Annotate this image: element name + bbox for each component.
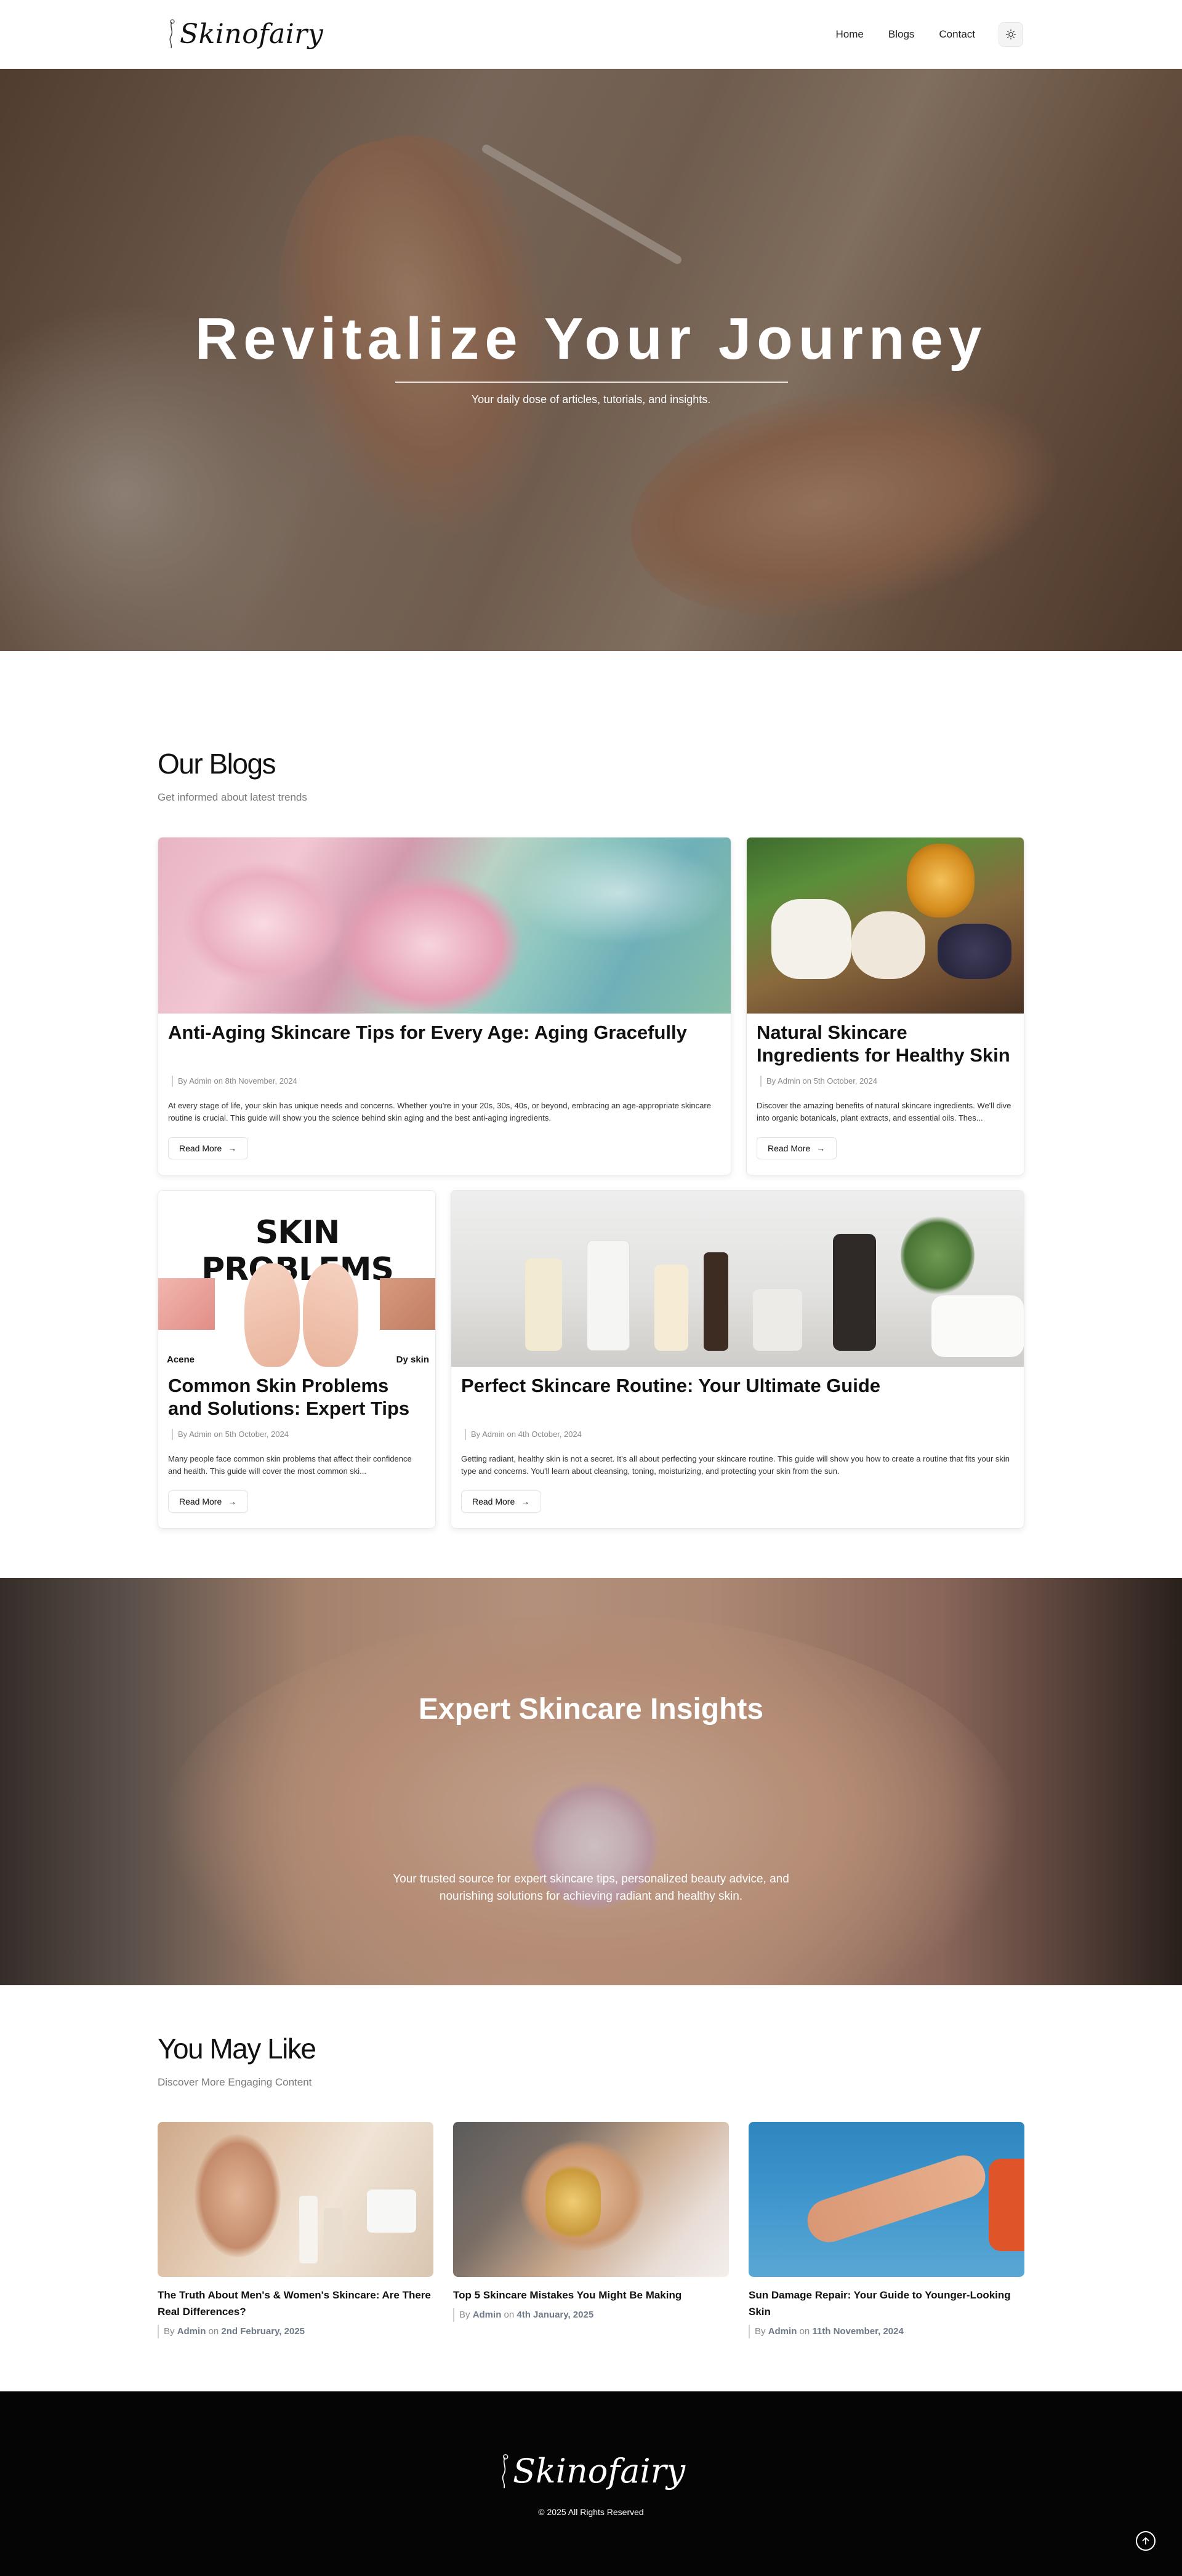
arrow-right-icon: → <box>228 1143 237 1153</box>
insights-banner: Expert Skincare Insights Your trusted so… <box>0 1578 1182 1985</box>
blog-card-image <box>747 838 1024 1014</box>
nav-home-link[interactable]: Home <box>836 23 864 46</box>
read-more-button[interactable]: Read More → <box>168 1490 248 1513</box>
hero-banner: Revitalize Your Journey Your daily dose … <box>0 69 1182 651</box>
related-post-image <box>749 2122 1024 2277</box>
sun-icon <box>1005 29 1016 40</box>
read-more-label: Read More <box>179 1497 222 1506</box>
blog-card-meta: By Admin on 5th October, 2024 <box>760 1076 877 1087</box>
blog-card-image <box>451 1191 1024 1367</box>
image-label-left: Acene <box>167 1354 195 1365</box>
read-more-button[interactable]: Read More → <box>168 1137 248 1159</box>
blog-card-meta: By Admin on 4th October, 2024 <box>465 1429 582 1440</box>
blog-card-title[interactable]: Natural Skincare Ingredients for Healthy… <box>757 1021 1014 1066</box>
nav-contact-link[interactable]: Contact <box>939 23 975 46</box>
blog-card-image: SKIN PROBLEMS Acene Dy skin <box>158 1191 435 1367</box>
blog-card-title[interactable]: Perfect Skincare Routine: Your Ultimate … <box>461 1374 1014 1397</box>
read-more-label: Read More <box>472 1497 515 1506</box>
hero-title: Revitalize Your Journey <box>195 306 987 372</box>
theme-toggle-button[interactable] <box>999 22 1023 47</box>
image-label-right: Dy skin <box>396 1354 429 1365</box>
blogs-section-title: Our Blogs <box>158 748 276 780</box>
read-more-label: Read More <box>179 1143 222 1153</box>
related-post-card[interactable]: Top 5 Skincare Mistakes You Might Be Mak… <box>453 2122 729 2322</box>
insights-text: Your trusted source for expert skincare … <box>393 1873 789 1903</box>
insights-overlay <box>0 1578 1182 1985</box>
top-navbar: Skinofairy Home Blogs Contact <box>0 0 1182 69</box>
blog-card[interactable]: Perfect Skincare Routine: Your Ultimate … <box>451 1190 1024 1529</box>
footer-brand-logo[interactable]: Skinofairy <box>0 2452 1182 2490</box>
related-post-meta: By Admin on 4th January, 2025 <box>453 2308 729 2322</box>
related-post-title[interactable]: Sun Damage Repair: Your Guide to Younger… <box>749 2287 1024 2320</box>
blog-card-meta: By Admin on 8th November, 2024 <box>172 1076 297 1087</box>
nav-blogs-link[interactable]: Blogs <box>888 23 915 46</box>
you-may-like-title: You May Like <box>158 2033 316 2065</box>
arrow-right-icon: → <box>816 1143 826 1153</box>
read-more-label: Read More <box>768 1143 811 1153</box>
scroll-to-top-button[interactable] <box>1136 2531 1156 2551</box>
site-footer: Skinofairy © 2025 All Rights Reserved <box>0 2391 1182 2576</box>
copyright-text: © 2025 All Rights Reserved <box>538 2507 644 2517</box>
nav-links: Home Blogs Contact <box>836 23 975 46</box>
related-post-image <box>453 2122 729 2277</box>
fairy-logo-icon <box>169 19 175 49</box>
blog-card-excerpt: Many people face common skin problems th… <box>168 1454 412 1476</box>
blog-card-excerpt: Discover the amazing benefits of natural… <box>757 1101 1011 1122</box>
footer-brand-name: Skinofairy <box>512 2452 686 2490</box>
blog-card-title[interactable]: Anti-Aging Skincare Tips for Every Age: … <box>168 1021 721 1044</box>
blog-card[interactable]: Natural Skincare Ingredients for Healthy… <box>746 837 1024 1175</box>
blog-card[interactable]: SKIN PROBLEMS Acene Dy skin Common Skin … <box>158 1190 436 1529</box>
related-post-title[interactable]: The Truth About Men's & Women's Skincare… <box>158 2287 433 2320</box>
related-post-image <box>158 2122 433 2277</box>
blog-card-title[interactable]: Common Skin Problems and Solutions: Expe… <box>168 1374 425 1420</box>
read-more-button[interactable]: Read More → <box>461 1490 541 1513</box>
arrow-right-icon: → <box>521 1497 530 1506</box>
blog-card[interactable]: Anti-Aging Skincare Tips for Every Age: … <box>158 837 731 1175</box>
you-may-like-subtitle: Discover More Engaging Content <box>158 2076 312 2088</box>
arrow-up-circle-icon <box>1142 2537 1149 2545</box>
related-post-card[interactable]: Sun Damage Repair: Your Guide to Younger… <box>749 2122 1024 2338</box>
fairy-logo-icon <box>502 2454 509 2488</box>
blog-card-excerpt: At every stage of life, your skin has un… <box>168 1101 711 1122</box>
hero-divider <box>395 382 788 383</box>
read-more-button[interactable]: Read More → <box>757 1137 837 1159</box>
brand-name: Skinofairy <box>180 18 324 50</box>
brand-logo[interactable]: Skinofairy <box>165 16 323 52</box>
blogs-section-subtitle: Get informed about latest trends <box>158 791 307 803</box>
arrow-right-icon: → <box>228 1497 237 1506</box>
related-post-meta: By Admin on 11th November, 2024 <box>749 2325 1024 2338</box>
hero-subtitle: Your daily dose of articles, tutorials, … <box>471 393 711 406</box>
blog-card-meta: By Admin on 5th October, 2024 <box>172 1429 289 1440</box>
related-post-title[interactable]: Top 5 Skincare Mistakes You Might Be Mak… <box>453 2287 729 2303</box>
image-banner-text: SKIN PROBLEMS <box>201 1214 394 1288</box>
related-post-meta: By Admin on 2nd February, 2025 <box>158 2325 433 2338</box>
related-post-card[interactable]: The Truth About Men's & Women's Skincare… <box>158 2122 433 2338</box>
blog-card-excerpt: Getting radiant, healthy skin is not a s… <box>461 1454 1010 1476</box>
blog-card-image <box>158 838 731 1014</box>
insights-title: Expert Skincare Insights <box>418 1693 764 1726</box>
